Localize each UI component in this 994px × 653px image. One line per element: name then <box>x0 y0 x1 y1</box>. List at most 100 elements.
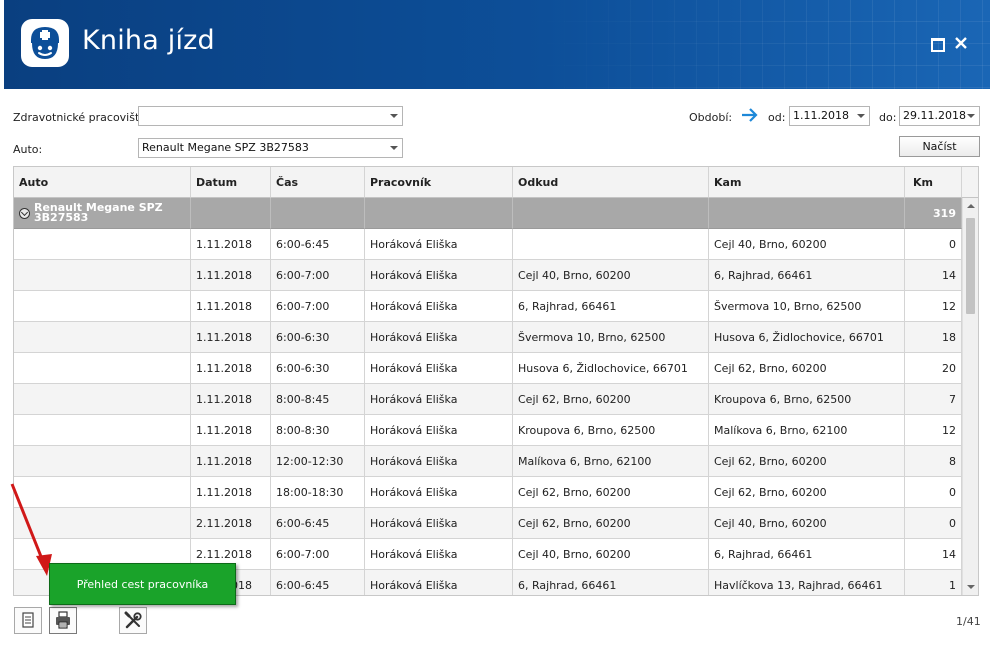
cell-kam: Malíkova 6, Brno, 62100 <box>709 415 905 446</box>
cell-cas: 12:00-12:30 <box>271 446 365 477</box>
chevron-down-icon <box>390 146 398 150</box>
table-row[interactable]: 1.11.2018 6:00-6:30 Horáková Eliška Švermov… <box>14 322 962 353</box>
to-date-value: 29.11.2018 <box>903 109 966 122</box>
cell-auto <box>14 415 191 446</box>
table-row[interactable]: 1.11.2018 6:00-6:30 Horáková Eliška Husova … <box>14 353 962 384</box>
app-title: Kniha jízd <box>82 25 215 56</box>
cell-datum: 1.11.2018 <box>191 446 271 477</box>
table-row[interactable]: 2.11.2018 6:00-6:45 Horáková Eliška Cejl 62… <box>14 508 962 539</box>
from-date-picker[interactable]: 1.11.2018 <box>789 106 870 126</box>
cell-auto <box>14 291 191 322</box>
column-header-auto[interactable]: Auto <box>14 167 191 198</box>
table-row[interactable]: 1.11.2018 8:00-8:30 Horáková Eliška Kroupov… <box>14 415 962 446</box>
scrollbar-corner <box>962 167 978 198</box>
column-header-datum[interactable]: Datum <box>191 167 271 198</box>
app-header: Kniha jízd <box>4 0 990 89</box>
table-row[interactable]: 1.11.2018 6:00-7:00 Horáková Eliška 6, Rajh… <box>14 291 962 322</box>
cell-pracovnik: Horáková Eliška <box>365 570 513 595</box>
cell-odkud: 6, Rajhrad, 66461 <box>513 570 709 595</box>
tools-button[interactable] <box>119 607 147 634</box>
cell-odkud: Kroupova 6, Brno, 62500 <box>513 415 709 446</box>
cell-kam: Cejl 62, Brno, 60200 <box>709 446 905 477</box>
cell-pracovnik: Horáková Eliška <box>365 477 513 508</box>
close-icon[interactable] <box>954 36 968 50</box>
cell-odkud: Cejl 40, Brno, 60200 <box>513 260 709 291</box>
column-header-odkud[interactable]: Odkud <box>513 167 709 198</box>
cell-km: 20 <box>905 353 962 384</box>
car-select[interactable]: Renault Megane SPZ 3B27583 <box>138 138 403 158</box>
group-row[interactable]: Renault Megane SPZ 3B27583 319 <box>14 198 962 229</box>
cell-cas: 6:00-6:45 <box>271 508 365 539</box>
cell-km: 14 <box>905 539 962 570</box>
cell-kam: Cejl 40, Brno, 60200 <box>709 508 905 539</box>
cell-datum: 1.11.2018 <box>191 260 271 291</box>
cell-km: 12 <box>905 291 962 322</box>
cell-pracovnik: Horáková Eliška <box>365 322 513 353</box>
car-label: Auto: <box>13 143 43 156</box>
cell-cas: 6:00-6:30 <box>271 322 365 353</box>
vertical-scrollbar[interactable] <box>962 198 978 595</box>
document-button[interactable] <box>14 607 42 634</box>
cell-datum: 1.11.2018 <box>191 229 271 260</box>
grid-header-row: Auto Datum Čas Pracovník Odkud Kam Km <box>14 167 962 198</box>
column-header-km[interactable]: Km <box>905 167 962 198</box>
printer-icon <box>56 611 70 629</box>
cell-pracovnik: Horáková Eliška <box>365 508 513 539</box>
cell-odkud: Malíkova 6, Brno, 62100 <box>513 446 709 477</box>
load-button[interactable]: Načíst <box>899 136 980 157</box>
table-row[interactable]: 1.11.2018 18:00-18:30 Horáková Eliška Cejl … <box>14 477 962 508</box>
group-km-total: 319 <box>905 198 962 229</box>
from-date-value: 1.11.2018 <box>793 109 849 122</box>
group-cell <box>709 198 905 229</box>
cell-datum: 1.11.2018 <box>191 353 271 384</box>
cell-odkud: Cejl 62, Brno, 60200 <box>513 477 709 508</box>
cell-auto <box>14 229 191 260</box>
cell-kam: Cejl 62, Brno, 60200 <box>709 477 905 508</box>
chevron-down-icon <box>967 114 975 118</box>
maximize-icon[interactable] <box>930 36 945 52</box>
cell-km: 14 <box>905 260 962 291</box>
cell-pracovnik: Horáková Eliška <box>365 229 513 260</box>
cell-cas: 8:00-8:45 <box>271 384 365 415</box>
column-header-cas[interactable]: Čas <box>271 167 365 198</box>
group-cell <box>271 198 365 229</box>
car-value: Renault Megane SPZ 3B27583 <box>142 141 309 154</box>
pager: 1/41 <box>956 615 981 628</box>
cell-kam: Cejl 40, Brno, 60200 <box>709 229 905 260</box>
cell-kam: 6, Rajhrad, 66461 <box>709 539 905 570</box>
table-row[interactable]: 1.11.2018 6:00-7:00 Horáková Eliška Cejl 40… <box>14 260 962 291</box>
to-date-picker[interactable]: 29.11.2018 <box>899 106 980 126</box>
cell-odkud: Husova 6, Židlochovice, 66701 <box>513 353 709 384</box>
cell-cas: 6:00-7:00 <box>271 260 365 291</box>
cell-datum: 1.11.2018 <box>191 415 271 446</box>
group-cell <box>513 198 709 229</box>
cell-odkud: Cejl 62, Brno, 60200 <box>513 508 709 539</box>
scroll-up-icon[interactable] <box>967 204 975 208</box>
cell-datum: 1.11.2018 <box>191 322 271 353</box>
cell-kam: 6, Rajhrad, 66461 <box>709 260 905 291</box>
column-header-pracovnik[interactable]: Pracovník <box>365 167 513 198</box>
cell-auto <box>14 384 191 415</box>
column-header-kam[interactable]: Kam <box>709 167 905 198</box>
cell-auto <box>14 353 191 384</box>
scroll-down-icon[interactable] <box>967 585 975 589</box>
cell-cas: 6:00-6:45 <box>271 229 365 260</box>
cell-kam: Husova 6, Židlochovice, 66701 <box>709 322 905 353</box>
workplace-select[interactable] <box>138 106 403 126</box>
cell-kam: Kroupova 6, Brno, 62500 <box>709 384 905 415</box>
tooltip-callout: Přehled cest pracovníka <box>49 563 236 605</box>
cell-pracovnik: Horáková Eliška <box>365 384 513 415</box>
table-row[interactable]: 1.11.2018 8:00-8:45 Horáková Eliška Cejl 62… <box>14 384 962 415</box>
scrollbar-thumb[interactable] <box>966 218 975 314</box>
collapse-group-icon[interactable] <box>19 207 30 219</box>
print-button[interactable] <box>49 607 77 634</box>
cell-auto <box>14 322 191 353</box>
cell-auto <box>14 260 191 291</box>
group-cell <box>191 198 271 229</box>
cell-auto <box>14 446 191 477</box>
cell-datum: 1.11.2018 <box>191 477 271 508</box>
cell-cas: 18:00-18:30 <box>271 477 365 508</box>
table-row[interactable]: 1.11.2018 12:00-12:30 Horáková Eliška Malík… <box>14 446 962 477</box>
cell-pracovnik: Horáková Eliška <box>365 415 513 446</box>
table-row[interactable]: 1.11.2018 6:00-6:45 Horáková Eliška Cejl 40… <box>14 229 962 260</box>
